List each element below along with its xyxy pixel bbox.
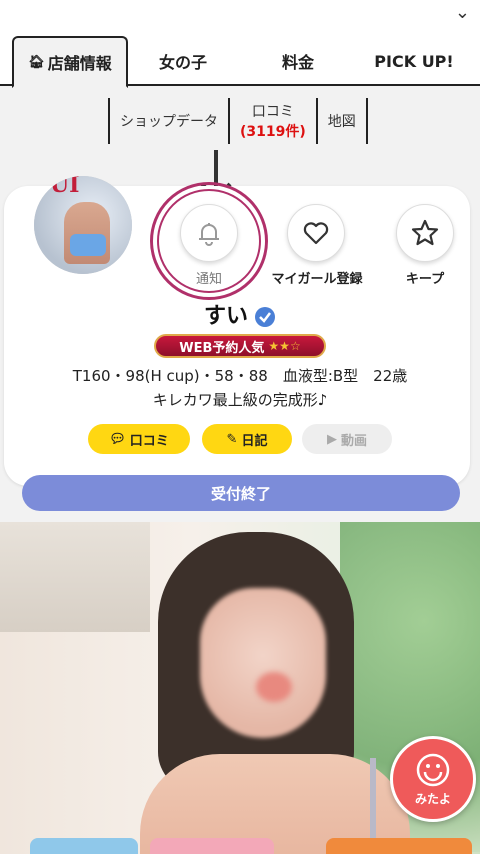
ranking-badge: WEB予約人気 ★★☆ xyxy=(154,334,326,358)
top-bar: ⌄ xyxy=(0,0,480,36)
footer-button-2[interactable] xyxy=(150,838,274,854)
keep-label: キープ xyxy=(405,272,445,287)
pill-label: 動画 xyxy=(340,433,367,449)
pill-label: 口コミ xyxy=(129,433,169,449)
notify-button[interactable] xyxy=(180,204,238,262)
status-label: 受付終了 xyxy=(210,484,271,503)
avatar[interactable]: SUI xyxy=(34,176,132,274)
girl-name: すい xyxy=(204,304,249,329)
keep-button[interactable] xyxy=(396,204,454,262)
avatar-logo-text: SUI xyxy=(34,176,80,198)
sub-navigation: ショップデータ 口コミ (3119件) 地図 xyxy=(108,98,368,144)
girl-stats: T160・98(H cup)・58・88 血液型:B型 22歳 xyxy=(72,367,408,385)
diary-pill-button[interactable]: ✎ 日記 xyxy=(202,424,292,454)
subnav-label: ショップデータ xyxy=(120,114,218,130)
mitayo-label: みたよ xyxy=(414,791,451,806)
tab-shop-info[interactable]: 🏠︎ 店舗情報 xyxy=(12,36,128,88)
my-girl-button[interactable] xyxy=(287,204,345,262)
my-girl-label: マイガール登録 xyxy=(271,272,363,287)
tab-label: 料金 xyxy=(281,53,314,72)
tab-pickup[interactable]: PICK UP! xyxy=(360,36,468,86)
tab-label: 店舗情報 xyxy=(47,54,112,73)
tab-label: 女の子 xyxy=(158,53,207,72)
subnav-reviews[interactable]: 口コミ (3119件) xyxy=(228,98,316,144)
star-icon xyxy=(411,219,439,246)
review-count: (3119件) xyxy=(240,124,306,140)
notify-label: 通知 xyxy=(195,272,222,287)
subnav-map[interactable]: 地図 xyxy=(315,98,368,144)
smiley-icon xyxy=(416,753,450,786)
home-icon: 🏠︎ xyxy=(28,54,45,70)
chevron-down-icon[interactable]: ⌄ xyxy=(455,2,470,23)
tab-label: PICK UP! xyxy=(374,51,454,71)
subnav-label: 地図 xyxy=(327,114,356,130)
camera-icon: ▶ xyxy=(326,431,337,447)
footer-button-3[interactable] xyxy=(326,838,472,854)
badge-label: WEB予約人気 xyxy=(179,340,265,356)
review-pill-button[interactable]: 💬︎ 口コミ xyxy=(88,424,190,454)
catchphrase: キレカワ最上級の完成形♪ xyxy=(152,391,328,409)
mitayo-button[interactable]: みたよ xyxy=(390,736,476,822)
subnav-shop-data[interactable]: ショップデータ xyxy=(108,98,228,144)
bell-icon xyxy=(199,223,219,246)
pill-label: 日記 xyxy=(241,433,268,449)
badge-stars: ★★☆ xyxy=(268,339,301,353)
edit-icon: ✎ xyxy=(226,431,238,447)
tab-girls[interactable]: 女の子 xyxy=(140,36,226,86)
video-pill-button: ▶ 動画 xyxy=(302,424,392,454)
tab-price[interactable]: 料金 xyxy=(256,36,340,86)
reception-status-button[interactable]: 受付終了 xyxy=(22,475,460,511)
chat-bubble-icon: 💬︎ xyxy=(109,431,126,447)
verified-icon xyxy=(255,307,275,327)
footer-button-1[interactable] xyxy=(30,838,138,854)
heart-icon xyxy=(303,222,329,245)
main-tabs: 🏠︎ 店舗情報 女の子 料金 PICK UP! xyxy=(0,36,480,88)
subnav-label: 口コミ xyxy=(251,104,294,120)
